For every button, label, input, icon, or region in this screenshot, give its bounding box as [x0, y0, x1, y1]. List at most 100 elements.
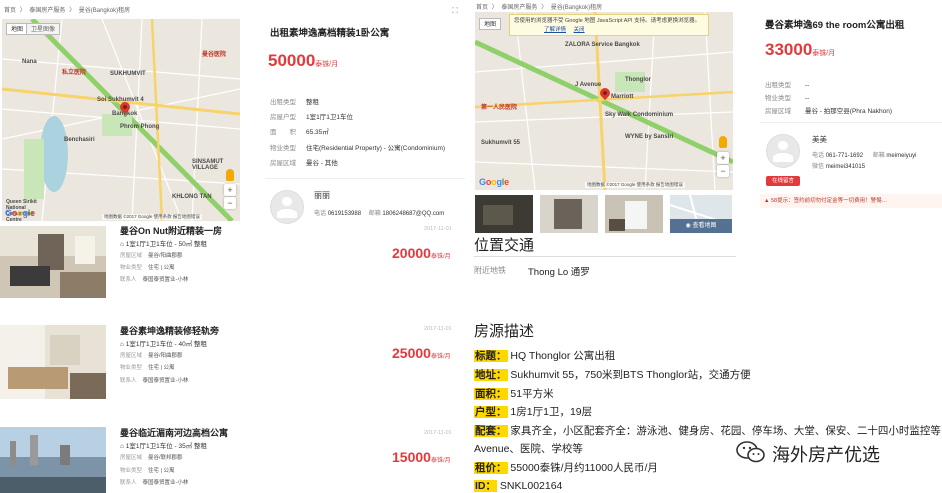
near-metro-label: 附近地铁 [474, 266, 506, 275]
agent-email: 1806248687@QQ.com [382, 211, 445, 217]
breadcrumb-service[interactable]: 泰国房产服务 [29, 8, 65, 14]
phone-label: 电话 [314, 211, 327, 217]
divider [474, 256, 736, 257]
info-region: 房屋区域 曼谷 - 拍那空县(Phra Nakhon) [765, 105, 892, 115]
info-key: 房屋区域 [270, 160, 296, 167]
listing-title[interactable]: 曼谷On Nut附近精装一房 [120, 224, 222, 237]
listing-title[interactable]: 曼谷素坤逸精装修轻轨旁 [120, 324, 219, 337]
breadcrumb-home[interactable]: 首页 [476, 5, 488, 11]
listing-price: 25000泰铢/月 [392, 345, 451, 361]
fullscreen-icon[interactable]: ⛶ [452, 6, 458, 16]
listing-photo[interactable] [0, 427, 106, 493]
listing-area: 房屋区域 曼谷/阳曲郡郡 [120, 351, 183, 359]
satellite-tab[interactable]: 卫星图像 [26, 23, 61, 35]
view-map-thumbnail[interactable]: ◉ 查看地图 [670, 195, 732, 233]
info-key: 房屋区域 [765, 108, 791, 115]
map-roads [475, 12, 733, 190]
desc-address: 地址： Sukhumvit 55，750米到BTS Thonglor站，交通方便 [474, 367, 751, 382]
type-value: 住宅 | 公寓 [148, 265, 175, 271]
pegman-icon[interactable] [226, 169, 234, 181]
area-label: 房屋区域 [120, 455, 143, 461]
right-map[interactable]: 地图 您使用的浏览器不受 Google 地图 JavaScript API 支持… [475, 12, 733, 190]
desc-facilities-cont: Avenue、医院、学校等 [474, 441, 583, 456]
desc-label: ID： [474, 480, 497, 492]
desc-price: 租价： 55000泰铢/月约11000人民币/月 [474, 460, 658, 475]
map-label: Sukhumvit 55 [481, 140, 521, 146]
zoom-out-button[interactable]: − [717, 165, 729, 177]
contact-value: 泰国泰贸置业-小林 [142, 480, 189, 486]
near-metro-value: Thong Lo 通罗 [528, 267, 590, 278]
map-label: ZALORA Service Bangkok [565, 42, 640, 48]
price-value: 25000 [392, 345, 431, 361]
listing-title: 曼谷素坤逸69 the room公寓出租 [765, 20, 905, 31]
contact-value: 泰国泰贸置业-小林 [142, 277, 189, 283]
thumbnail[interactable] [540, 195, 598, 233]
phone-label: 电话 [812, 153, 825, 159]
listing-price: 20000泰铢/月 [392, 245, 451, 261]
price-unit: 泰铢/月 [430, 354, 451, 360]
listing-sub: ⌂ 1室1厅1卫1车位 - 50㎡ 整租 [120, 238, 207, 248]
agent-phone: 061-771-1692 [825, 153, 864, 159]
listing-photo[interactable] [0, 325, 106, 399]
desc-text: HQ Thonglor 公寓出租 [510, 350, 616, 362]
learn-more-link[interactable]: 了解详情 [544, 27, 566, 33]
breadcrumb-bangkok-rent[interactable]: 曼谷(Bangkok)租房 [79, 8, 130, 14]
contact-label: 联系人 [120, 277, 137, 283]
contact-label: 联系人 [120, 480, 137, 486]
map-label: SUKHUMVIT [110, 71, 146, 77]
agent-email: meimeiyuyi [886, 153, 917, 159]
desc-facilities: 配套： 家具齐全，小区配套齐全：游泳池、健身房、花园、停车场、大堂、保安、二十四… [474, 423, 942, 438]
map-label: Soi Sukhumvit 4 [97, 97, 144, 103]
listing-price: 15000泰铢/月 [392, 449, 451, 465]
desc-text: 1房1厅1卫，19层 [510, 406, 593, 418]
map-tab[interactable]: 地图 [6, 23, 29, 35]
desc-label: 配套： [474, 425, 508, 437]
wechat-logo-icon [736, 441, 765, 463]
breadcrumb: 首页 〉 泰国房产服务 〉 曼谷(Bangkok)租房 [4, 5, 132, 14]
breadcrumb-separator: 〉 [69, 8, 76, 14]
listing-photo[interactable] [0, 226, 106, 298]
thumbnail[interactable] [475, 195, 533, 233]
view-map-button[interactable]: ◉ 查看地图 [670, 219, 732, 233]
online-message-button[interactable]: 在线留言 [766, 176, 800, 186]
zoom-out-button[interactable]: − [224, 197, 236, 209]
tip-text: 58提示：签约前切勿付定金等一切费用！警惕… [770, 198, 888, 204]
zoom-in-button[interactable]: + [224, 184, 236, 196]
price: 33000泰铢/月 [765, 40, 835, 60]
map-copyright: 地图数据 ©2017 Google 使用条款 报告地图错误 [102, 214, 202, 220]
listing-date: 2017-11-01 [424, 430, 452, 436]
price-unit: 泰铢/月 [430, 458, 451, 464]
breadcrumb-bangkok-rent[interactable]: 曼谷(Bangkok)租房 [551, 5, 602, 11]
breadcrumb-service[interactable]: 泰国房产服务 [501, 5, 537, 11]
agent-name: 美美 [812, 135, 827, 144]
warning-icon: ▲ [764, 198, 771, 204]
info-value: 曼谷 - 其他 [306, 160, 338, 167]
listing-contact: 联系人 泰国泰贸置业-小林 [120, 376, 188, 384]
map-label: KHLONG TAN [172, 194, 212, 200]
breadcrumb-home[interactable]: 首页 [4, 8, 16, 14]
desc-id: ID： SNKL002164 [474, 478, 562, 493]
breadcrumb-separator: 〉 [19, 8, 26, 14]
desc-layout: 户型： 1房1厅1卫，19层 [474, 404, 592, 419]
info-value: 65.35㎡ [306, 129, 329, 136]
left-map[interactable]: 地图 卫星图像 Nana Soi Sukhumvit 4 SUKHUMVIT S… [2, 19, 240, 221]
warning-text: 您使用的浏览器不受 Google 地图 JavaScript API 支持。请考… [514, 18, 701, 24]
zoom-in-button[interactable]: + [717, 152, 729, 164]
close-warning-link[interactable]: 关闭 [574, 27, 585, 33]
info-value: -- [805, 82, 810, 89]
thumbnail[interactable] [605, 195, 663, 233]
email-label: 邮箱 [368, 211, 381, 217]
pegman-icon[interactable] [719, 136, 727, 148]
info-key: 出租类型 [765, 82, 791, 89]
desc-text: 51平方米 [510, 388, 554, 400]
watermark-text: 海外房产优选 [772, 445, 880, 465]
map-label: J Avenue [575, 82, 602, 88]
map-tab[interactable]: 地图 [479, 18, 502, 30]
safety-tip: ▲ 58提示：签约前切勿付定金等一切费用！警惕… [760, 194, 942, 208]
info-key: 出租类型 [270, 99, 296, 106]
listing-area: 房屋区域 曼谷/阳曲郡郡 [120, 251, 183, 259]
divider [265, 178, 465, 179]
type-value: 住宅 | 公寓 [148, 468, 175, 474]
listing-title[interactable]: 曼谷临近湄南河边高档公寓 [120, 426, 228, 439]
info-key: 物业类型 [765, 95, 791, 102]
